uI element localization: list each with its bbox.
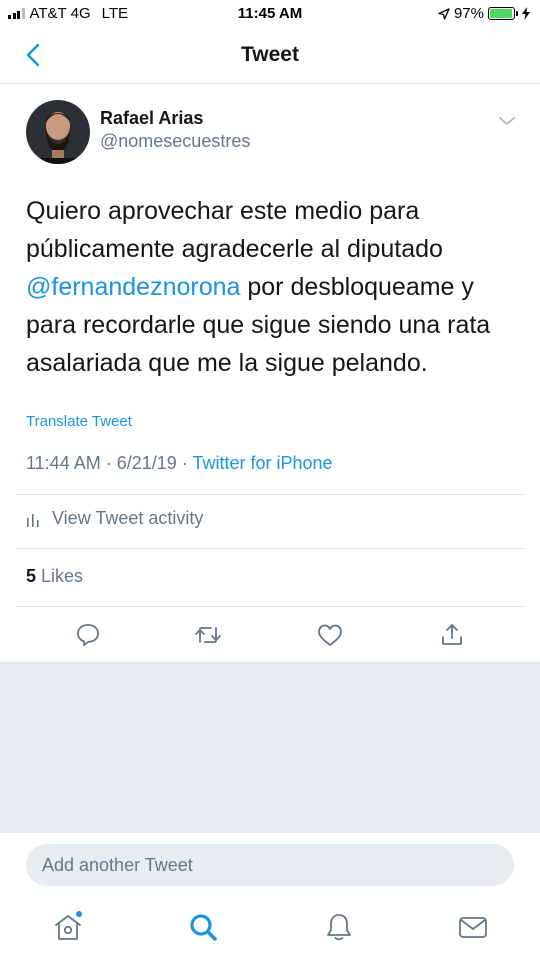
author-name[interactable]: Rafael Arias: [100, 108, 203, 129]
tweet-actions: [0, 608, 540, 662]
tweet-timestamp: 11:44 AM · 6/21/19 ·: [26, 453, 193, 473]
tab-bar: [0, 892, 540, 960]
activity-label: View Tweet activity: [52, 508, 204, 528]
divider: [16, 548, 525, 549]
tweet-text-start: Quiero aprovechar este medio para públic…: [26, 197, 443, 263]
reply-icon: [77, 624, 99, 646]
translate-tweet-link[interactable]: Translate Tweet: [26, 413, 132, 430]
charging-bolt-icon: [522, 7, 530, 20]
battery-percent: 97%: [453, 5, 484, 22]
notifications-icon: [327, 914, 351, 941]
tab-messages[interactable]: [456, 910, 490, 944]
tab-home[interactable]: [51, 910, 85, 944]
add-tweet-input[interactable]: Add another Tweet: [26, 844, 514, 886]
bar-chart-icon: [27, 513, 39, 527]
home-icon: [55, 911, 82, 940]
divider: [16, 606, 525, 607]
nav-bar: Tweet: [0, 28, 540, 84]
tweet-options-button[interactable]: [496, 112, 518, 130]
tweet-meta: 11:44 AM · 6/21/19 · Twitter for iPhone: [26, 453, 333, 474]
likes-label: Likes: [36, 566, 84, 586]
messages-icon: [459, 917, 487, 938]
battery-icon: [488, 7, 518, 20]
tab-search[interactable]: [186, 910, 220, 944]
mention-link[interactable]: @fernandeznorona: [26, 273, 240, 301]
location-arrow-icon: [438, 7, 450, 20]
avatar[interactable]: [26, 100, 90, 164]
chevron-down-icon: [499, 117, 515, 125]
likes-count-link[interactable]: 5 Likes: [26, 566, 83, 587]
retweet-button[interactable]: [193, 620, 223, 650]
reply-button[interactable]: [73, 620, 103, 650]
compose-bar: Add another Tweet: [0, 832, 540, 892]
author-handle[interactable]: @nomesecuestres: [100, 131, 250, 152]
status-bar: AT&T 4G LTE 11:45 AM 97%: [0, 0, 540, 28]
share-icon: [442, 624, 462, 645]
tab-notifications[interactable]: [322, 910, 356, 944]
search-icon: [190, 914, 217, 941]
like-button[interactable]: [315, 620, 345, 650]
status-right: 97%: [438, 5, 530, 22]
likes-number: 5: [26, 566, 37, 586]
share-button[interactable]: [437, 620, 467, 650]
retweet-icon: [195, 627, 221, 643]
divider: [16, 494, 525, 495]
tweet-text: Quiero aprovechar este medio para públic…: [26, 192, 516, 382]
like-icon: [318, 624, 342, 646]
empty-replies-area: [0, 662, 540, 832]
tweet-source-link[interactable]: Twitter for iPhone: [192, 453, 332, 473]
page-title: Tweet: [241, 43, 299, 66]
view-tweet-activity-button[interactable]: View Tweet activity: [26, 508, 203, 529]
